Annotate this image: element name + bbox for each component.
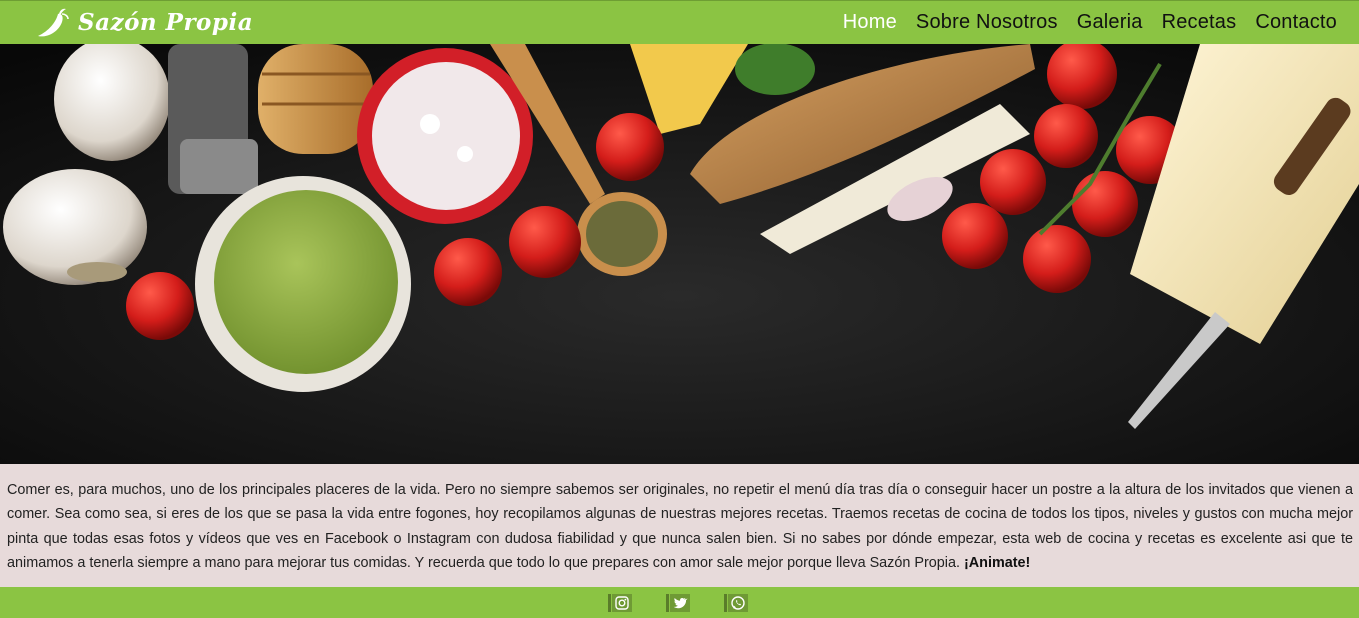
twitter-icon xyxy=(669,593,690,612)
nav-galeria[interactable]: Galeria xyxy=(1077,11,1143,34)
brand[interactable]: Sazón Propia xyxy=(34,1,253,45)
instagram-link[interactable] xyxy=(607,593,633,612)
intro-paragraph: Comer es, para muchos, uno de los princi… xyxy=(7,478,1353,575)
nav-sobre-nosotros[interactable]: Sobre Nosotros xyxy=(916,11,1058,34)
twitter-link[interactable] xyxy=(665,593,691,612)
brand-name: Sazón Propia xyxy=(78,9,254,36)
whatsapp-icon xyxy=(727,593,748,612)
hero-banner xyxy=(0,44,1359,464)
social-links xyxy=(607,593,749,612)
instagram-icon xyxy=(611,593,632,612)
nav-home[interactable]: Home xyxy=(843,11,897,34)
nav-recetas[interactable]: Recetas xyxy=(1162,11,1237,34)
whatsapp-link[interactable] xyxy=(723,593,749,612)
nav-contacto[interactable]: Contacto xyxy=(1255,11,1337,34)
navbar: Sazón Propia Home Sobre Nosotros Galeria… xyxy=(0,0,1359,44)
chili-pepper-icon xyxy=(38,8,69,36)
food-ingredients-image xyxy=(0,44,1359,464)
intro-body: Comer es, para muchos, uno de los princi… xyxy=(7,482,1353,571)
intro-section: Comer es, para muchos, uno de los princi… xyxy=(0,464,1359,587)
intro-cta: ¡Animate! xyxy=(963,554,1031,571)
main-nav: Home Sobre Nosotros Galeria Recetas Cont… xyxy=(824,11,1337,34)
footer xyxy=(0,587,1359,618)
